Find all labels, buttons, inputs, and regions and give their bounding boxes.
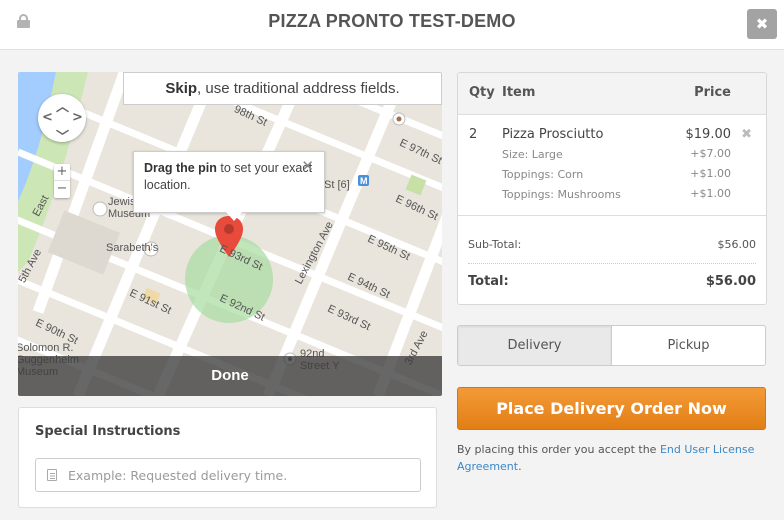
page-title: PIZZA PRONTO TEST-DEMO bbox=[268, 11, 516, 31]
zoom-in-button[interactable]: + bbox=[54, 164, 70, 181]
header-qty: Qty bbox=[469, 85, 495, 100]
special-instructions-title: Special Instructions bbox=[35, 424, 181, 439]
item-option-price: +$1.00 bbox=[690, 187, 731, 200]
pan-right-icon[interactable]: > bbox=[72, 110, 83, 125]
map-done-button[interactable]: Done bbox=[18, 356, 442, 396]
map-label-subway: St [6] bbox=[324, 179, 350, 191]
pan-down-icon[interactable]: ﹀ bbox=[56, 126, 69, 145]
map-pan-control[interactable]: ︿ ﹀ < > bbox=[38, 94, 86, 145]
order-item-row: 2 Pizza Prosciutto $19.00 ✖ Size: Large … bbox=[458, 115, 766, 216]
pickup-tab[interactable]: Pickup bbox=[612, 326, 765, 365]
map[interactable]: ⑂ M Jewish Museum Sarabeth's St [6] E 97… bbox=[18, 72, 442, 396]
remove-item-icon[interactable]: ✖ bbox=[741, 127, 752, 142]
close-button[interactable]: ✖ bbox=[747, 9, 777, 39]
map-zoom-control: + − bbox=[54, 164, 70, 198]
delivery-tab[interactable]: Delivery bbox=[458, 326, 612, 365]
skip-description: , use traditional address fields. bbox=[197, 80, 400, 97]
item-option: Toppings: Corn bbox=[502, 168, 584, 181]
map-label-sarabeths: Sarabeth's bbox=[106, 242, 159, 254]
legal-text: By placing this order you accept the bbox=[457, 443, 660, 456]
order-mode-toggle: Delivery Pickup bbox=[457, 325, 766, 366]
drag-pin-tooltip: Drag the pin to set your exact location.… bbox=[133, 151, 325, 221]
subtotal-label: Sub-Total: bbox=[468, 238, 522, 251]
header-price: Price bbox=[694, 85, 731, 100]
svg-text:M: M bbox=[360, 176, 368, 186]
tooltip-bold: Drag the pin bbox=[144, 161, 217, 175]
notepad-icon bbox=[47, 469, 57, 481]
place-order-button[interactable]: Place Delivery Order Now bbox=[457, 387, 766, 430]
legal-notice: By placing this order you accept the End… bbox=[457, 441, 767, 475]
total-value: $56.00 bbox=[705, 274, 756, 289]
pan-up-icon[interactable]: ︿ bbox=[56, 96, 69, 115]
item-price: $19.00 bbox=[685, 127, 732, 142]
order-table-header: Qty Item Price bbox=[458, 73, 766, 115]
tooltip-close-icon[interactable]: ✕ bbox=[301, 158, 314, 175]
item-qty: 2 bbox=[469, 127, 478, 142]
item-option-price: +$7.00 bbox=[690, 147, 731, 160]
total-label: Total: bbox=[468, 274, 509, 289]
header: PIZZA PRONTO TEST-DEMO ✖ bbox=[0, 0, 784, 50]
skip-map-link[interactable]: Skip, use traditional address fields. bbox=[123, 72, 442, 105]
item-option-price: +$1.00 bbox=[690, 167, 731, 180]
pan-left-icon[interactable]: < bbox=[42, 110, 53, 125]
subtotal-value: $56.00 bbox=[717, 238, 757, 251]
legal-suffix: . bbox=[518, 460, 522, 473]
order-summary: Qty Item Price 2 Pizza Prosciutto $19.00… bbox=[457, 72, 767, 305]
special-instructions-input[interactable] bbox=[68, 459, 413, 491]
item-name: Pizza Prosciutto bbox=[502, 127, 604, 142]
special-instructions-panel: Special Instructions bbox=[18, 407, 437, 508]
skip-label[interactable]: Skip bbox=[165, 80, 197, 97]
item-option: Toppings: Mushrooms bbox=[502, 188, 621, 201]
subtotal-row: Sub-Total: $56.00 bbox=[468, 236, 756, 264]
zoom-out-button[interactable]: − bbox=[54, 181, 70, 198]
item-option: Size: Large bbox=[502, 148, 563, 161]
header-item: Item bbox=[502, 85, 536, 100]
special-instructions-field[interactable] bbox=[35, 458, 421, 492]
